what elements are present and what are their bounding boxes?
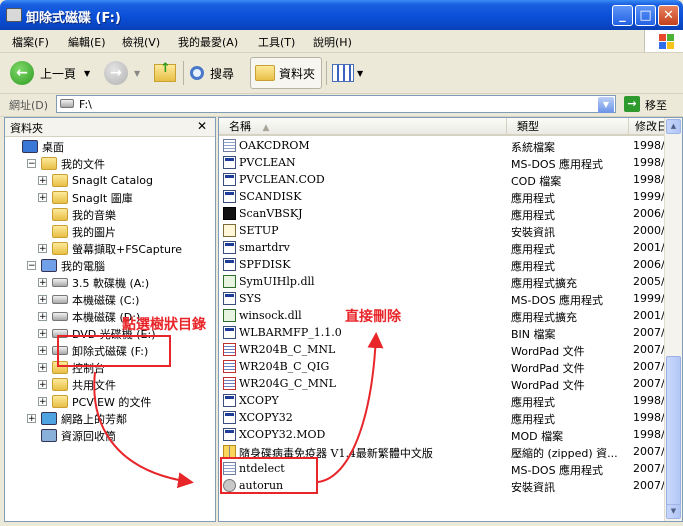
annotation-arrows (93, 332, 384, 489)
annotation-delete-directly: 直接刪除 (345, 309, 401, 325)
highlight-files-box (220, 457, 318, 494)
annotation-select-tree: 點選樹狀目錄 (122, 317, 206, 333)
arrow-to-files (93, 371, 194, 489)
highlight-drive-box (57, 335, 171, 367)
arrow-to-delete (317, 332, 384, 483)
explorer-window: 卸除式磁碟 (F:) _ □ ✕ 檔案(F) 編輯(E) 檢視(V) 我的最愛(… (0, 0, 683, 526)
